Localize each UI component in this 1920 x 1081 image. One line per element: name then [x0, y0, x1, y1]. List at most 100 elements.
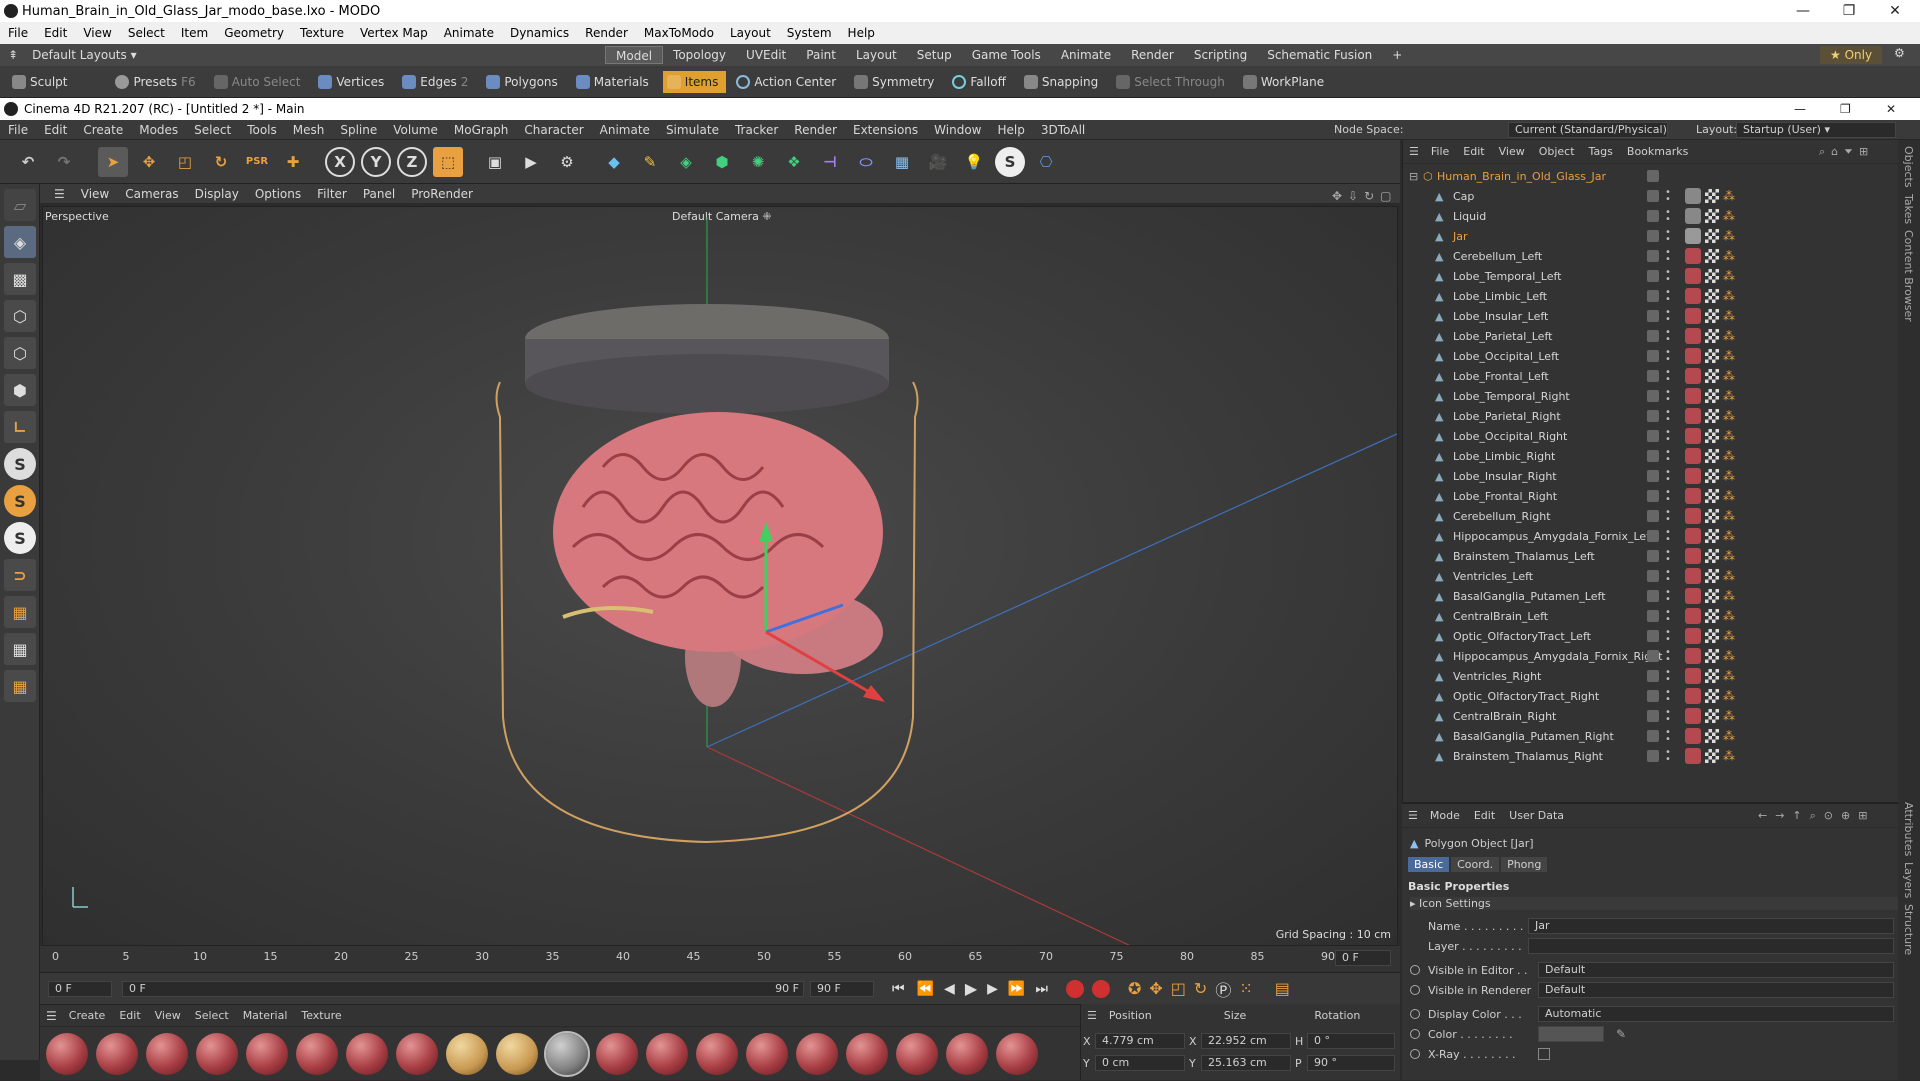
- obj-menu-object[interactable]: Object: [1539, 145, 1575, 158]
- start-frame-field[interactable]: 0 F: [48, 980, 112, 997]
- object-check-icon[interactable]: [1647, 450, 1659, 462]
- uvw-tag-icon[interactable]: [1705, 209, 1719, 223]
- object-check-icon[interactable]: [1647, 290, 1659, 302]
- object-check-icon[interactable]: [1647, 330, 1659, 342]
- display-color-dropdown[interactable]: Automatic: [1538, 1006, 1894, 1022]
- render-settings-icon[interactable]: ⚙: [552, 147, 582, 177]
- material-tag-icon[interactable]: [1685, 248, 1701, 264]
- material-tag-icon[interactable]: [1685, 228, 1701, 244]
- vp-menu-filter[interactable]: Filter: [309, 184, 355, 204]
- uvw-tag-icon[interactable]: [1705, 709, 1719, 723]
- c4d-minimize-icon[interactable]: —: [1794, 102, 1806, 116]
- model-mode-icon[interactable]: ◈: [4, 226, 36, 258]
- c4d-menu-edit[interactable]: Edit: [36, 120, 75, 140]
- uvw-tag-icon[interactable]: [1705, 509, 1719, 523]
- uvw-tag-icon[interactable]: [1705, 569, 1719, 583]
- object-row[interactable]: ▲ Lobe_Occipital_Right • • ⁂: [1403, 426, 1898, 446]
- layer-field[interactable]: [1528, 938, 1894, 954]
- visibility-dots-icon[interactable]: • •: [1665, 608, 1671, 625]
- tab-paint[interactable]: Paint: [796, 46, 846, 64]
- visibility-dots-icon[interactable]: • •: [1665, 188, 1671, 205]
- field-icon[interactable]: ⬭: [851, 147, 881, 177]
- action-center-tool[interactable]: Action Center: [732, 71, 844, 93]
- h-rotation-field[interactable]: 0 °: [1307, 1033, 1395, 1049]
- object-check-icon[interactable]: [1647, 190, 1659, 202]
- attr-tab-phong[interactable]: Phong: [1501, 856, 1548, 872]
- object-row[interactable]: ▲ Ventricles_Right • • ⁂: [1403, 666, 1898, 686]
- texture-mode-icon[interactable]: ▩: [4, 263, 36, 295]
- visible-editor-dropdown[interactable]: Default: [1538, 962, 1894, 978]
- object-row[interactable]: ▲ Brainstem_Thalamus_Left • • ⁂: [1403, 546, 1898, 566]
- vp-menu-display[interactable]: Display: [187, 184, 247, 204]
- object-check-icon[interactable]: [1647, 710, 1659, 722]
- tab-animate[interactable]: Animate: [1051, 46, 1121, 64]
- play-icon[interactable]: ▶: [965, 979, 977, 998]
- material-tag-icon[interactable]: [1685, 648, 1701, 664]
- key-rot-icon[interactable]: ↻: [1194, 979, 1207, 998]
- selection-tag-icon[interactable]: ⁂: [1723, 550, 1735, 562]
- obj-menu-bookmarks[interactable]: Bookmarks: [1627, 145, 1688, 158]
- selection-tag-icon[interactable]: ⁂: [1723, 530, 1735, 542]
- menu-layout[interactable]: Layout: [722, 22, 779, 44]
- obj-menu-file[interactable]: File: [1431, 145, 1449, 158]
- object-check-icon[interactable]: [1647, 370, 1659, 382]
- object-row[interactable]: ▲ Lobe_Frontal_Left • • ⁂: [1403, 366, 1898, 386]
- object-root-row[interactable]: ⊟ ⬡ Human_Brain_in_Old_Glass_Jar: [1403, 166, 1898, 186]
- materials-mode[interactable]: Materials: [572, 71, 657, 93]
- material-tag-icon[interactable]: [1685, 628, 1701, 644]
- material-tag-icon[interactable]: [1685, 728, 1701, 744]
- presets-tool[interactable]: Presets F6: [111, 71, 203, 93]
- xray-checkbox[interactable]: [1538, 1048, 1550, 1060]
- obj-search-icons[interactable]: ⌕⌂⏷⊞: [1819, 145, 1874, 159]
- side-tab-objects[interactable]: Objects: [1902, 146, 1915, 188]
- attr-tab-basic[interactable]: Basic: [1408, 856, 1450, 872]
- visibility-dots-icon[interactable]: • •: [1665, 648, 1671, 665]
- object-check-icon[interactable]: [1647, 690, 1659, 702]
- visibility-dots-icon[interactable]: • •: [1665, 368, 1671, 385]
- object-row[interactable]: ▲ Jar • • ⁂: [1403, 226, 1898, 246]
- magnet-icon[interactable]: ⊃: [4, 559, 36, 591]
- material-tag-icon[interactable]: [1685, 548, 1701, 564]
- material-swatch[interactable]: [746, 1033, 788, 1075]
- object-row[interactable]: ▲ BasalGanglia_Putamen_Left • • ⁂: [1403, 586, 1898, 606]
- visibility-dots-icon[interactable]: • •: [1665, 488, 1671, 505]
- current-frame-field[interactable]: 0 F: [1335, 950, 1391, 966]
- selection-tag-icon[interactable]: ⁂: [1723, 590, 1735, 602]
- vp-menu-panel[interactable]: Panel: [355, 184, 403, 204]
- uvw-tag-icon[interactable]: [1705, 649, 1719, 663]
- object-row[interactable]: ▲ BasalGanglia_Putamen_Right • • ⁂: [1403, 726, 1898, 746]
- uvw-tag-icon[interactable]: [1705, 409, 1719, 423]
- visibility-dots-icon[interactable]: • •: [1665, 568, 1671, 585]
- x-position-field[interactable]: 4.779 cm: [1095, 1033, 1185, 1049]
- cube-icon[interactable]: ◆: [599, 147, 629, 177]
- add-tool-icon[interactable]: ✚: [278, 147, 308, 177]
- prev-key-icon[interactable]: ⏪: [917, 981, 934, 997]
- object-row[interactable]: ▲ Lobe_Insular_Right • • ⁂: [1403, 466, 1898, 486]
- workplane-grid-icon[interactable]: ▦: [4, 596, 36, 628]
- x-axis-icon[interactable]: X: [325, 146, 355, 177]
- c4d-menu-extensions[interactable]: Extensions: [845, 120, 926, 140]
- attr-tab-coord[interactable]: Coord.: [1451, 856, 1500, 872]
- selection-tag-icon[interactable]: ⁂: [1723, 410, 1735, 422]
- object-row[interactable]: ▲ Cap • • ⁂: [1403, 186, 1898, 206]
- points-mode-icon[interactable]: ⬡: [4, 300, 36, 332]
- key-pos-icon[interactable]: ✥: [1149, 979, 1162, 998]
- object-check-icon[interactable]: [1647, 530, 1659, 542]
- material-swatch[interactable]: [346, 1033, 388, 1075]
- selection-tag-icon[interactable]: ⁂: [1723, 450, 1735, 462]
- layout-icon[interactable]: ⇞: [8, 48, 18, 62]
- material-tag-icon[interactable]: [1685, 568, 1701, 584]
- c4d-menu-animate[interactable]: Animate: [592, 120, 658, 140]
- visibility-dots-icon[interactable]: • •: [1665, 688, 1671, 705]
- visibility-dots-icon[interactable]: • •: [1665, 528, 1671, 545]
- edges-mode-icon[interactable]: ⬡: [4, 337, 36, 369]
- pen-icon[interactable]: ✎: [635, 147, 665, 177]
- side-tab-structure[interactable]: Structure: [1902, 904, 1915, 955]
- c4d-menu-create[interactable]: Create: [75, 120, 131, 140]
- object-check-icon[interactable]: [1647, 430, 1659, 442]
- visibility-dots-icon[interactable]: • •: [1665, 268, 1671, 285]
- material-swatch[interactable]: [396, 1033, 438, 1075]
- selection-tag-icon[interactable]: ⁂: [1723, 330, 1735, 342]
- c4d-menu-file[interactable]: File: [0, 120, 36, 140]
- hamburger-icon[interactable]: ☰: [46, 184, 73, 204]
